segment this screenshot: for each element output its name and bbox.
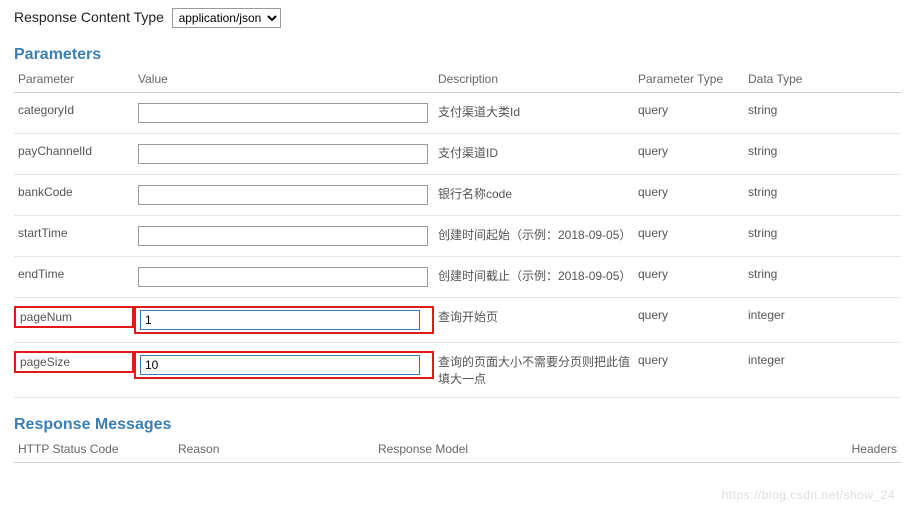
param-row: pageSize 查询的页面大小不需要分页则把此值填大一点 query integer: [14, 343, 901, 398]
data-type: integer: [748, 353, 785, 367]
param-name: bankCode: [18, 185, 73, 199]
param-input[interactable]: [140, 310, 420, 330]
response-content-type-label: Response Content Type: [14, 9, 164, 25]
param-input[interactable]: [138, 267, 428, 287]
col-parameter: Parameter: [14, 66, 134, 93]
param-name: endTime: [18, 267, 64, 281]
col-reason: Reason: [174, 436, 374, 463]
data-type: integer: [748, 308, 785, 322]
col-parameter-type: Parameter Type: [634, 66, 744, 93]
col-data-type: Data Type: [744, 66, 901, 93]
response-messages-heading: Response Messages: [14, 416, 901, 434]
response-content-type-select[interactable]: application/json: [172, 8, 281, 28]
parameters-heading: Parameters: [14, 46, 901, 64]
param-type: query: [638, 353, 668, 367]
parameters-table: Parameter Value Description Parameter Ty…: [14, 66, 901, 398]
param-row: bankCode 银行名称code query string: [14, 175, 901, 216]
response-messages-table: HTTP Status Code Reason Response Model H…: [14, 436, 901, 463]
param-description: 查询的页面大小不需要分页则把此值填大一点: [438, 355, 630, 386]
param-type: query: [638, 185, 668, 199]
param-row: categoryId 支付渠道大类Id query string: [14, 93, 901, 134]
data-type: string: [748, 185, 777, 199]
param-description: 查询开始页: [438, 310, 498, 324]
param-row: payChannelId 支付渠道ID query string: [14, 134, 901, 175]
param-type: query: [638, 226, 668, 240]
param-input[interactable]: [138, 103, 428, 123]
param-input[interactable]: [138, 226, 428, 246]
col-http-status: HTTP Status Code: [14, 436, 174, 463]
param-name: payChannelId: [18, 144, 92, 158]
param-description: 支付渠道ID: [438, 146, 498, 160]
response-content-type-row: Response Content Type application/json: [14, 8, 901, 28]
param-name: pageNum: [20, 310, 72, 324]
highlight-box: pageNum: [14, 306, 134, 328]
param-row: startTime 创建时间起始（示例：2018-09-05） query strin…: [14, 216, 901, 257]
param-row: pageNum 查询开始页 query integer: [14, 298, 901, 343]
param-description: 创建时间起始（示例：2018-09-05）: [438, 228, 631, 242]
col-value: Value: [134, 66, 434, 93]
data-type: string: [748, 103, 777, 117]
param-name: pageSize: [20, 355, 70, 369]
highlight-box: [134, 306, 434, 334]
col-description: Description: [434, 66, 634, 93]
param-type: query: [638, 308, 668, 322]
param-description: 银行名称code: [438, 187, 512, 201]
watermark-text: https://blog.csdn.net/show_24: [722, 488, 895, 502]
param-input[interactable]: [138, 185, 428, 205]
param-name: categoryId: [18, 103, 74, 117]
data-type: string: [748, 144, 777, 158]
data-type: string: [748, 226, 777, 240]
param-type: query: [638, 267, 668, 281]
col-headers: Headers: [791, 436, 901, 463]
param-type: query: [638, 144, 668, 158]
param-description: 支付渠道大类Id: [438, 105, 520, 119]
highlight-box: pageSize: [14, 351, 134, 373]
col-response-model: Response Model: [374, 436, 791, 463]
highlight-box: [134, 351, 434, 379]
param-input[interactable]: [140, 355, 420, 375]
param-input[interactable]: [138, 144, 428, 164]
param-description: 创建时间截止（示例：2018-09-05）: [438, 269, 631, 283]
param-row: endTime 创建时间截止（示例：2018-09-05） query string: [14, 257, 901, 298]
param-type: query: [638, 103, 668, 117]
param-name: startTime: [18, 226, 68, 240]
data-type: string: [748, 267, 777, 281]
